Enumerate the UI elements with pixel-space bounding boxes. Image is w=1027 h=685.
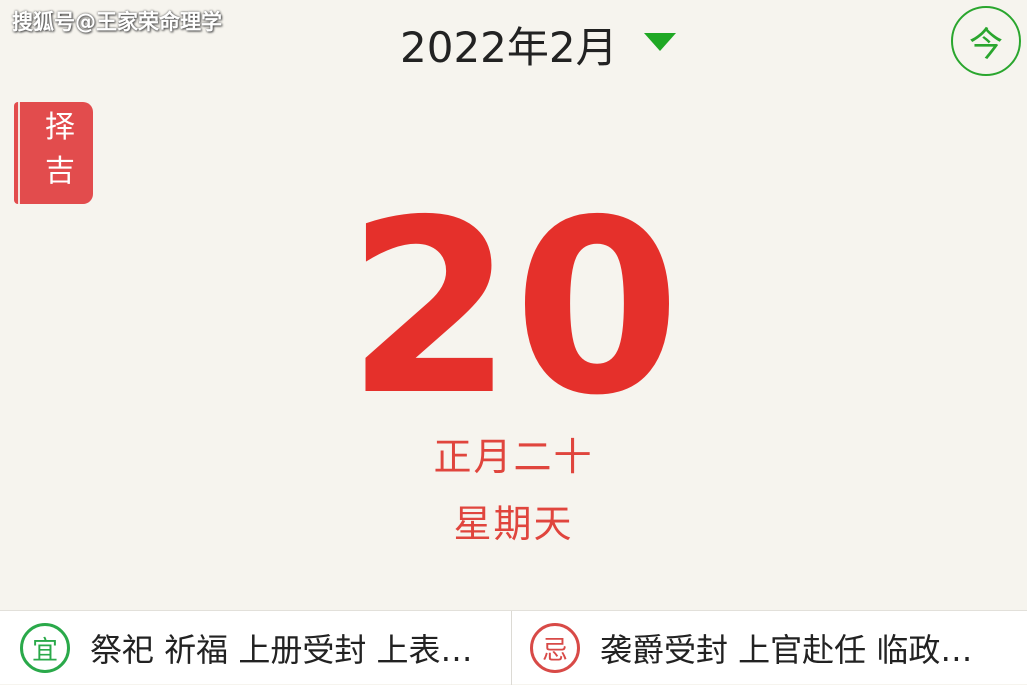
month-label: 2022年2月 — [400, 23, 618, 72]
ji-seal-label: 忌 — [541, 635, 568, 666]
day-number: 20 — [346, 168, 681, 448]
lunar-date: 正月二十 — [433, 435, 594, 479]
today-label: 今 — [969, 24, 1003, 65]
yi-text: 祭祀 祈福 上册受封 上表… — [90, 631, 473, 669]
weekday: 星期天 — [453, 502, 574, 546]
today-button[interactable]: 今 — [951, 6, 1021, 76]
ji-seal-icon: 忌 — [530, 623, 580, 673]
month-selector[interactable]: 2022年2月 — [400, 14, 676, 75]
yi-ji-bar: 宜 祭祀 祈福 上册受封 上表… 忌 袭爵受封 上官赴任 临政… — [0, 610, 1027, 685]
ji-panel[interactable]: 忌 袭爵受封 上官赴任 临政… — [512, 611, 1027, 685]
ji-text: 袭爵受封 上官赴任 临政… — [600, 631, 973, 669]
dropdown-arrow-icon — [643, 32, 676, 51]
yi-panel[interactable]: 宜 祭祀 祈福 上册受封 上表… — [0, 611, 511, 685]
watermark: 搜狐号@王家荣命理学 — [12, 10, 222, 34]
yi-seal-icon: 宜 — [20, 623, 70, 673]
yi-seal-label: 宜 — [31, 635, 58, 666]
